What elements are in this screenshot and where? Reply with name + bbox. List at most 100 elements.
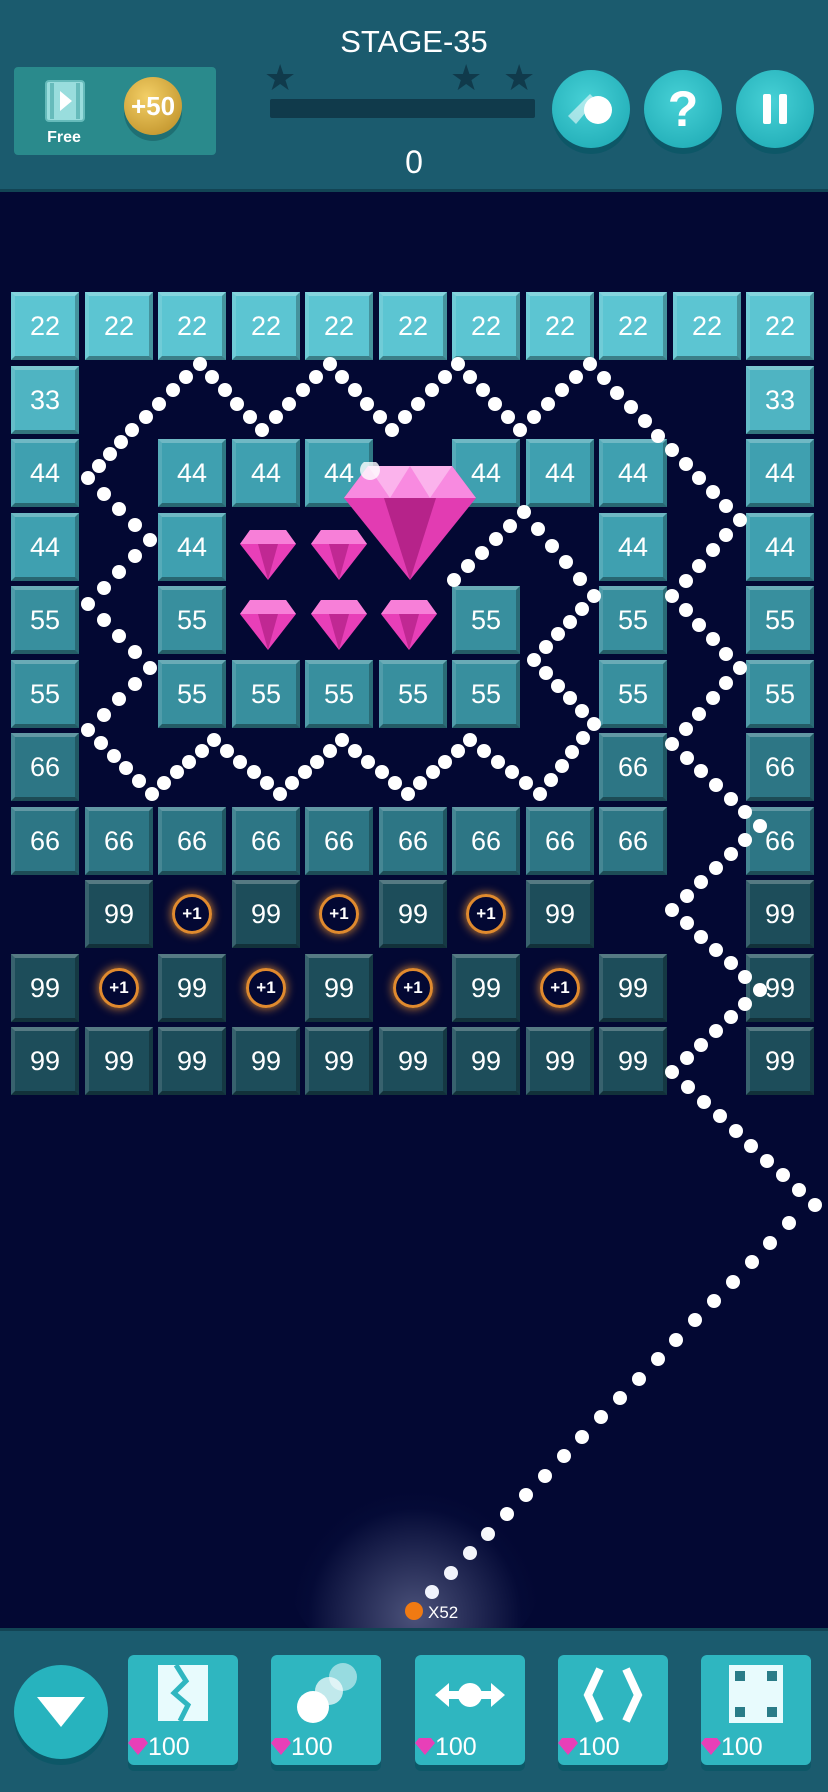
aim-dot [724, 956, 738, 970]
aim-dot [335, 370, 349, 384]
brick: 55 [11, 586, 79, 654]
aim-dot [665, 589, 679, 603]
brick-hit-count: 66 [470, 826, 502, 856]
aim-dot [724, 792, 738, 806]
aim-dot [157, 776, 171, 790]
aim-dot [692, 559, 706, 573]
aim-dot [808, 1198, 822, 1212]
aim-dot [729, 1124, 743, 1138]
brick: 99 [232, 880, 300, 948]
brick: 55 [158, 586, 226, 654]
brick: 22 [232, 292, 300, 360]
spread-powerup[interactable]: 100 [415, 1655, 525, 1765]
aim-dot [112, 502, 126, 516]
brick: 55 [452, 586, 520, 654]
aim-dot [97, 708, 111, 722]
extra-ball-pickup: +1 [393, 968, 433, 1008]
aim-dot [738, 970, 752, 984]
aim-dot [575, 1430, 589, 1444]
brick: 99 [85, 1027, 153, 1095]
brick: 66 [11, 733, 79, 801]
aim-dot [638, 414, 652, 428]
aim-dot [697, 1095, 711, 1109]
aim-dot [182, 755, 196, 769]
brick-hit-count: 33 [29, 385, 61, 415]
aim-dot [763, 1236, 777, 1250]
brick-hit-count: 99 [103, 899, 135, 929]
aim-dot [706, 632, 720, 646]
aim-dot [575, 704, 589, 718]
aim-dot [575, 602, 589, 616]
brick-hit-count: 22 [470, 311, 502, 341]
brick-hit-count: 55 [617, 605, 649, 635]
brick-hit-count: 66 [617, 826, 649, 856]
aim-dot [398, 410, 412, 424]
brick-hit-count: 66 [764, 826, 796, 856]
powerup-cost: 100 [291, 1733, 333, 1761]
aim-dot [706, 691, 720, 705]
aim-dot [97, 613, 111, 627]
aim-dot [679, 574, 693, 588]
brick: 66 [232, 807, 300, 875]
aim-dot [426, 765, 440, 779]
aim-dot [707, 1294, 721, 1308]
brick: 22 [746, 292, 814, 360]
aim-dot [651, 1352, 665, 1366]
brick: 55 [599, 660, 667, 728]
brick: 99 [232, 1027, 300, 1095]
aim-dot [692, 471, 706, 485]
aim-dot [207, 733, 221, 747]
brick-hit-count: 99 [397, 1046, 429, 1076]
aim-dot [463, 733, 477, 747]
brick: 99 [11, 1027, 79, 1095]
brick-hit-count: 44 [617, 458, 649, 488]
aim-dot [563, 691, 577, 705]
aim-dot [632, 1372, 646, 1386]
brick-hit-count: 22 [397, 311, 429, 341]
aim-dot [555, 383, 569, 397]
brick: 99 [452, 1027, 520, 1095]
aim-dot [97, 487, 111, 501]
aim-dot [679, 722, 693, 736]
brick: 22 [599, 292, 667, 360]
aim-dot [706, 485, 720, 499]
aim-dot [114, 435, 128, 449]
aim-dot [594, 1410, 608, 1424]
bounce-walls-powerup[interactable]: 100 [558, 1655, 668, 1765]
aim-dot [583, 357, 597, 371]
aim-dot [373, 410, 387, 424]
aim-dot [273, 787, 287, 801]
extra-ball-pickup: +1 [540, 968, 580, 1008]
extra-ball-pickup: +1 [246, 968, 286, 1008]
aim-dot [94, 736, 108, 750]
aim-dot [753, 819, 767, 833]
aim-dot [81, 723, 95, 737]
brick: 44 [599, 513, 667, 581]
aim-dot [517, 505, 531, 519]
aim-dot [694, 930, 708, 944]
gem-icon [240, 530, 296, 580]
aim-dot [681, 1080, 695, 1094]
brick: 66 [746, 733, 814, 801]
aim-dot [233, 755, 247, 769]
recall-balls-button[interactable] [14, 1665, 108, 1759]
brick: 66 [85, 807, 153, 875]
multi-ball-powerup[interactable]: 100 [271, 1655, 381, 1765]
brick: 22 [379, 292, 447, 360]
break-powerup[interactable]: 100 [128, 1655, 238, 1765]
aim-dot [563, 615, 577, 629]
brick-hit-count: 44 [176, 458, 208, 488]
brick: 22 [305, 292, 373, 360]
aim-dot [709, 1024, 723, 1038]
aim-dot [745, 1255, 759, 1269]
dice-powerup[interactable]: 100 [701, 1655, 811, 1765]
brick-hit-count: 55 [397, 679, 429, 709]
brick-hit-count: 66 [397, 826, 429, 856]
aim-dot [269, 410, 283, 424]
aim-dot [220, 744, 234, 758]
aim-dot [128, 518, 142, 532]
aim-dot [680, 916, 694, 930]
aim-dot [97, 581, 111, 595]
aim-dot [128, 677, 142, 691]
brick: 99 [158, 954, 226, 1022]
